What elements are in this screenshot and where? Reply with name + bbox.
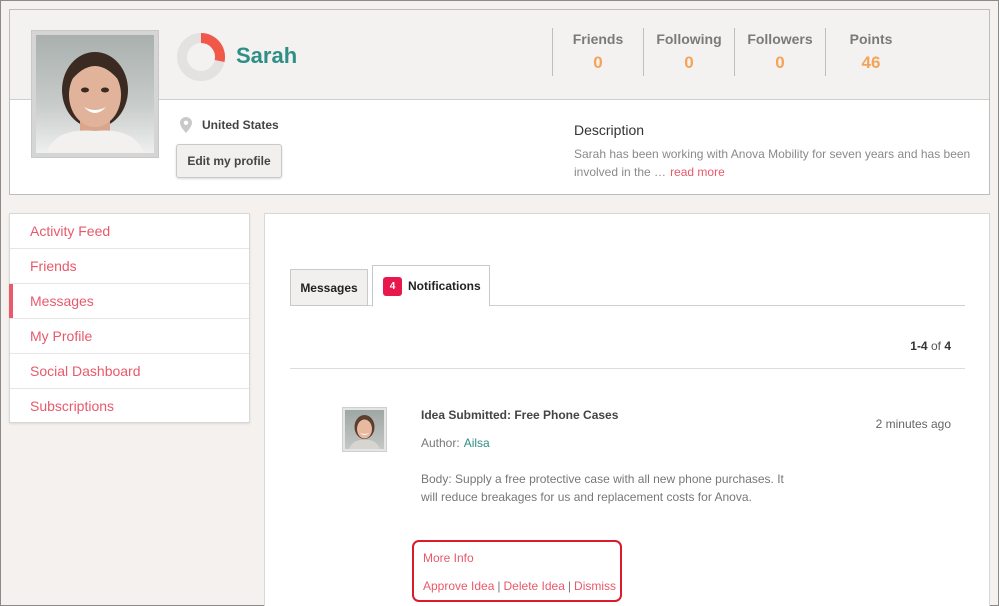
pagination-info: 1-4 of 4 [910,339,951,353]
main-panel: Messages 4 Notifications 1-4 of 4 Idea S… [264,213,990,606]
stat-value: 46 [861,53,881,72]
pager-of: of [930,339,941,353]
profile-avatar [31,30,159,158]
stat-points[interactable]: Points 46 [825,28,916,76]
author-label: Author: [421,436,460,450]
sidebar-item-social-dashboard[interactable]: Social Dashboard [10,354,249,389]
action-separator: | [567,579,572,593]
notification-author: Author: Ailsa [421,436,490,450]
stat-label: Followers [747,31,813,47]
stat-following[interactable]: Following 0 [643,28,734,76]
sidebar-item-messages[interactable]: Messages [9,284,249,319]
stat-label: Friends [572,31,624,47]
location-text: United States [202,118,279,132]
approve-idea-link[interactable]: Approve Idea [423,579,494,593]
tab-messages[interactable]: Messages [290,269,368,306]
notification-count-badge: 4 [383,276,402,296]
stat-label: Following [656,31,722,47]
stat-label: Points [849,31,893,47]
author-link[interactable]: Ailsa [464,436,490,450]
stat-value: 0 [684,53,694,72]
sidebar-item-friends[interactable]: Friends [10,249,249,284]
profile-card: Sarah Friends 0 Following 0 Followers 0 … [9,9,990,195]
sidebar-item-subscriptions[interactable]: Subscriptions [10,389,249,424]
stat-friends[interactable]: Friends 0 [552,28,643,76]
divider [290,368,965,369]
edit-profile-button[interactable]: Edit my profile [176,144,282,178]
delete-idea-link[interactable]: Delete Idea [504,579,565,593]
notification-title: Idea Submitted: Free Phone Cases [421,408,619,422]
user-name: Sarah [236,43,298,68]
more-info-link[interactable]: More Info [423,551,474,565]
tab-bar: Messages 4 Notifications [290,265,965,307]
tab-notifications[interactable]: 4 Notifications [372,265,490,307]
avatar-photo [345,410,384,449]
dismiss-link[interactable]: Dismiss [574,579,616,593]
pager-range: 1-4 [910,339,928,353]
location-pin-icon [180,117,192,133]
action-separator: | [497,579,501,593]
location: United States [180,117,279,133]
stats-spacer [916,28,989,76]
description-body: Sarah has been working with Anova Mobili… [574,145,978,181]
notification-avatar [342,407,387,452]
description-title: Description [574,122,645,138]
read-more-link[interactable]: read more [670,165,725,179]
sidebar-nav: Activity Feed Friends Messages My Profil… [9,213,250,423]
stat-value: 0 [593,53,603,72]
notification-timestamp: 2 minutes ago [875,417,951,431]
description-text: Sarah has been working with Anova Mobili… [574,147,971,179]
avatar-photo [36,35,154,153]
progress-ring-icon [177,32,226,81]
notification-actions: More Info Approve Idea | Delete Idea | Dismi… [412,540,622,602]
pager-total: 4 [944,339,951,353]
profile-stats: Friends 0 Following 0 Followers 0 Points… [552,28,989,76]
sidebar-item-my-profile[interactable]: My Profile [10,319,249,354]
action-links-row: Approve Idea | Delete Idea | Dismiss [423,579,616,593]
stat-value: 0 [775,53,785,72]
stat-followers[interactable]: Followers 0 [734,28,825,76]
notification-body: Body: Supply a free protective case with… [421,472,784,504]
tab-notifications-label: Notifications [408,279,481,293]
sidebar-item-activity-feed[interactable]: Activity Feed [10,214,249,249]
